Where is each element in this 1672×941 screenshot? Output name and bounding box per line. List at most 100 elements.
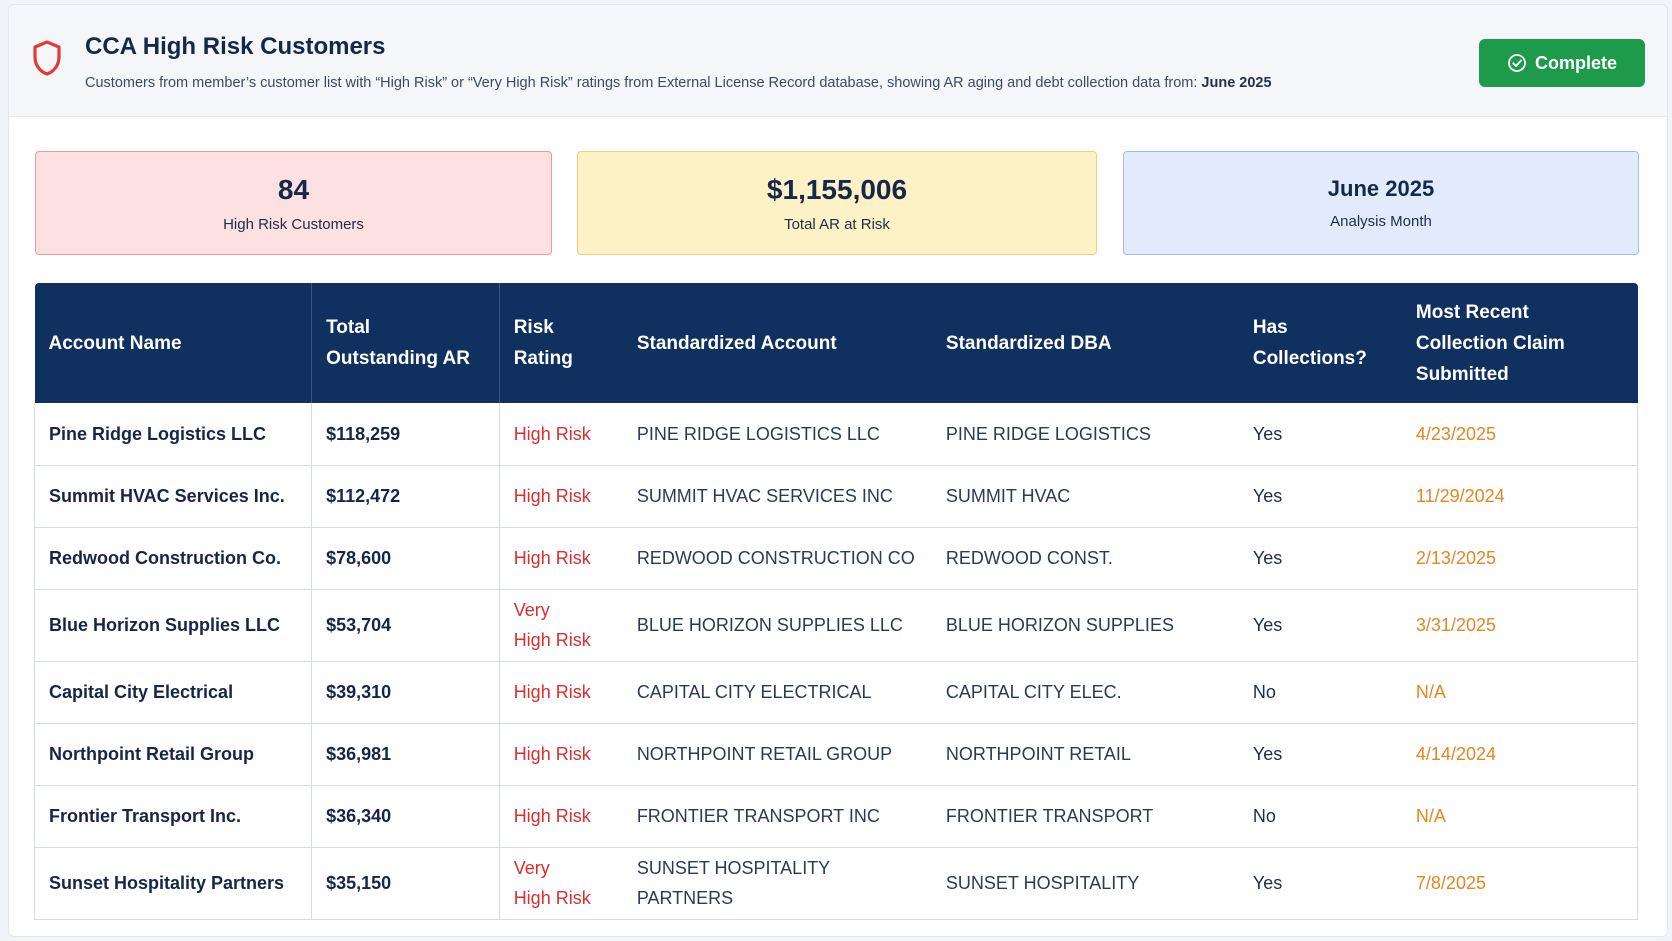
table-row[interactable]: Redwood Construction Co. $78,600 High Risk… <box>33 527 1638 590</box>
complete-button[interactable]: Complete <box>1479 39 1645 87</box>
col-header-account-label: Account Name <box>48 332 182 354</box>
risk-rating-text: High Risk <box>513 806 591 826</box>
table-row[interactable]: Pine Ridge Logistics LLC $118,259 High Ris… <box>33 403 1638 466</box>
risk-rating-text: High Risk <box>513 744 591 764</box>
col-header-ar-line1: Total <box>326 317 371 338</box>
col-header-collections[interactable]: Has Collections? <box>1238 283 1402 403</box>
col-header-recent-claim[interactable]: Most Recent Collection Claim Submitted <box>1401 283 1638 403</box>
subtitle-text: Customers from member’s customer list wi… <box>85 75 1198 91</box>
table-row[interactable]: Northpoint Retail Group $36,981 High Risk N… <box>33 723 1638 786</box>
cell-outstanding-ar: $36,981 <box>311 723 500 786</box>
risk-rating-text: Very <box>513 858 550 878</box>
col-header-recent-line3: Submitted <box>1415 363 1509 385</box>
col-header-ar[interactable]: Total Outstanding AR <box>311 283 500 403</box>
cell-standardized-account: REDWOOD CONSTRUCTION CO <box>622 527 932 590</box>
cell-standardized-account: CAPITAL CITY ELECTRICAL <box>622 661 932 724</box>
cell-standardized-account: PINE RIDGE LOGISTICS LLC <box>622 403 932 466</box>
cell-standardized-dba: BLUE HORIZON SUPPLIES <box>931 589 1239 662</box>
col-header-recent-line1: Most Recent <box>1415 301 1529 323</box>
total-ar-label: Total AR at Risk <box>784 216 890 234</box>
cell-account-name: Capital City Electrical <box>33 661 313 724</box>
cell-standardized-account: NORTHPOINT RETAIL GROUP <box>622 723 932 786</box>
col-header-std-dba[interactable]: Standardized DBA <box>931 283 1239 403</box>
risk-rating-text: High Risk <box>513 682 591 702</box>
cell-has-collections: Yes <box>1238 589 1402 662</box>
cell-outstanding-ar: $118,259 <box>311 403 500 466</box>
cell-outstanding-ar: $112,472 <box>311 465 500 528</box>
customers-count: 84 <box>277 173 310 205</box>
cell-risk-rating: High Risk <box>499 723 623 786</box>
customers-label: High Risk Customers <box>223 216 364 234</box>
cell-risk-rating: High Risk <box>499 785 623 848</box>
col-header-risk-line1: Risk <box>513 317 554 338</box>
page-subtitle: Customers from member’s customer list wi… <box>85 75 1272 91</box>
cell-has-collections: Yes <box>1238 527 1402 590</box>
col-header-std-account-label: Standardized Account <box>636 332 837 354</box>
risk-rating-text-line2: High Risk <box>513 888 591 908</box>
cell-recent-claim: N/A <box>1401 785 1638 848</box>
cell-standardized-account: SUNSET HOSPITALITY PARTNERS <box>622 847 932 920</box>
cell-standardized-dba: PINE RIDGE LOGISTICS <box>931 403 1239 466</box>
cell-has-collections: Yes <box>1238 847 1402 920</box>
cell-recent-claim: 4/14/2024 <box>1401 723 1638 786</box>
cell-recent-claim: 2/13/2025 <box>1401 527 1638 590</box>
cell-standardized-dba: CAPITAL CITY ELEC. <box>931 661 1239 724</box>
cell-risk-rating: High Risk <box>499 527 623 590</box>
col-header-std-account[interactable]: Standardized Account <box>622 283 932 403</box>
summary-card-customers: 84 High Risk Customers <box>35 151 552 255</box>
cell-recent-claim: 7/8/2025 <box>1401 847 1638 920</box>
shield-icon <box>33 40 61 76</box>
cell-account-name: Redwood Construction Co. <box>33 527 313 590</box>
cell-risk-rating: High Risk <box>499 403 623 466</box>
cell-has-collections: Yes <box>1238 465 1402 528</box>
analysis-month-label: Analysis Month <box>1330 212 1432 230</box>
analysis-month-value: June 2025 <box>1327 176 1435 202</box>
cell-outstanding-ar: $36,340 <box>311 785 500 848</box>
risk-rating-text: High Risk <box>513 423 591 444</box>
cell-has-collections: No <box>1238 785 1402 848</box>
cell-recent-claim: 4/23/2025 <box>1401 403 1638 466</box>
col-header-recent-line2: Collection Claim <box>1415 332 1565 354</box>
table-row[interactable]: Blue Horizon Supplies LLC $53,704 Very High… <box>33 589 1638 662</box>
risk-rating-text: High Risk <box>513 548 591 568</box>
cell-standardized-dba: FRONTIER TRANSPORT <box>931 785 1239 848</box>
cell-standardized-dba: REDWOOD CONST. <box>931 527 1239 590</box>
summary-card-ar: $1,155,006 Total AR at Risk <box>577 151 1097 255</box>
cell-standardized-dba: SUMMIT HVAC <box>931 465 1239 528</box>
cell-standardized-dba: NORTHPOINT RETAIL <box>931 723 1239 786</box>
table-row[interactable]: Summit HVAC Services Inc. $112,472 High Ri… <box>33 465 1638 528</box>
cell-outstanding-ar: $78,600 <box>311 527 500 590</box>
cell-has-collections: No <box>1238 661 1402 724</box>
cell-risk-rating: Very High Risk <box>499 847 623 920</box>
cell-outstanding-ar: $35,150 <box>311 847 500 920</box>
subtitle-month: June 2025 <box>1201 75 1272 91</box>
cell-has-collections: Yes <box>1238 723 1402 786</box>
cell-account-name: Frontier Transport Inc. <box>33 785 313 848</box>
table-header-row: Account Name Total Outstanding AR Risk Rat… <box>34 283 1638 403</box>
cell-recent-claim: N/A <box>1401 661 1638 724</box>
col-header-collections-line1: Has <box>1252 317 1288 338</box>
risk-rating-text: Very <box>513 600 550 620</box>
cell-account-name: Blue Horizon Supplies LLC <box>33 589 313 662</box>
cell-account-name: Summit HVAC Services Inc. <box>33 465 313 528</box>
cell-standardized-dba: SUNSET HOSPITALITY <box>931 847 1239 920</box>
check-circle-icon <box>1508 54 1526 72</box>
table-row[interactable]: Capital City Electrical $39,310 High Risk C… <box>33 661 1638 724</box>
cell-standardized-account: BLUE HORIZON SUPPLIES LLC <box>622 589 932 662</box>
cell-standardized-account: FRONTIER TRANSPORT INC <box>622 785 932 848</box>
col-header-risk[interactable]: Risk Rating <box>499 283 623 403</box>
page-title: CCA High Risk Customers <box>85 33 386 60</box>
cell-risk-rating: High Risk <box>499 661 623 724</box>
table-row[interactable]: Sunset Hospitality Partners $35,150 Very Hi… <box>33 847 1638 920</box>
table-row[interactable]: Frontier Transport Inc. $36,340 High Risk F… <box>33 785 1638 848</box>
col-header-ar-line2: Outstanding AR <box>326 348 471 369</box>
cell-outstanding-ar: $53,704 <box>311 589 500 662</box>
col-header-risk-line2: Rating <box>513 348 573 369</box>
cell-account-name: Pine Ridge Logistics LLC <box>33 403 313 466</box>
report-header: CCA High Risk Customers Customers from m… <box>9 5 1667 117</box>
cell-outstanding-ar: $39,310 <box>311 661 500 724</box>
cell-risk-rating: Very High Risk <box>499 589 623 662</box>
complete-button-label: Complete <box>1534 52 1617 73</box>
col-header-account[interactable]: Account Name <box>34 283 313 403</box>
col-header-collections-line2: Collections? <box>1252 348 1367 369</box>
